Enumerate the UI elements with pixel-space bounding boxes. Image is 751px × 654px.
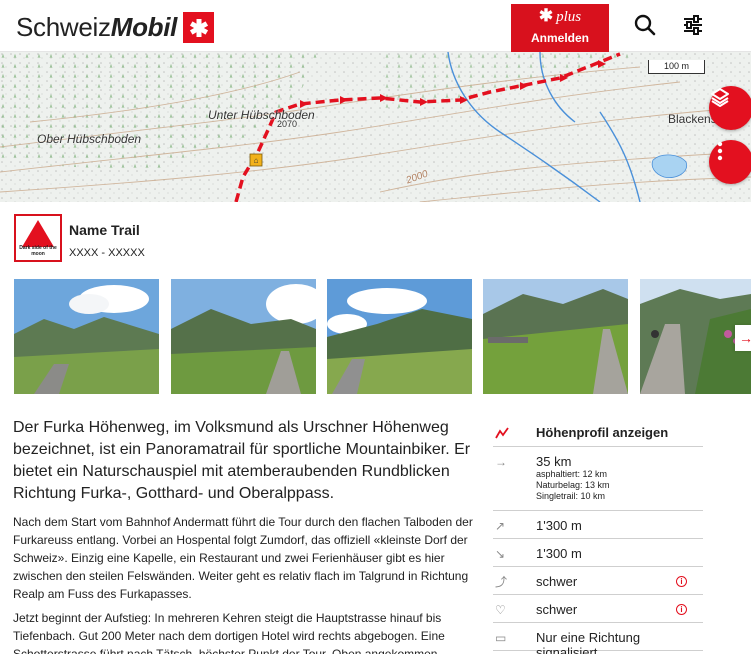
technique-row: ⤴ schwer i xyxy=(493,567,703,595)
gallery-next-arrow-icon[interactable]: → xyxy=(735,325,751,351)
trail-lead-text: Der Furka Höhenweg, im Volksmund als Urs… xyxy=(13,419,471,502)
trail-logo-caption: Dark side of the moon xyxy=(19,245,57,257)
trail-logo: Dark side of the moon xyxy=(14,214,62,262)
heart-icon: ♡ xyxy=(495,603,506,617)
map-view[interactable]: ⌂ Unter Hübschboden Ober Hübschboden Bla… xyxy=(0,52,751,202)
signpost-icon: ▭ xyxy=(495,631,507,645)
technique-info-icon[interactable]: i xyxy=(676,576,687,587)
elevation-profile-row[interactable]: Höhenprofil anzeigen xyxy=(493,418,703,447)
trail-subtitle: XXXX - XXXXX xyxy=(69,247,145,259)
fitness-row: ♡ schwer i xyxy=(493,595,703,623)
login-label: Anmelden xyxy=(530,31,589,45)
trail-paragraph-1: Nach dem Start vom Bahnhof Andermatt füh… xyxy=(13,515,473,601)
map-more-button[interactable] xyxy=(709,140,751,184)
distance-value: 35 km xyxy=(536,454,572,469)
map-label-unter-huebschboden: Unter Hübschboden xyxy=(208,108,315,122)
signage-row: ▭ Nur eine Richtung signalisiert xyxy=(493,623,703,654)
swiss-flag-icon xyxy=(183,12,215,43)
svg-text:⌂: ⌂ xyxy=(254,156,259,165)
ascent-arrow-icon: ↗ xyxy=(495,519,506,533)
fitness-info-icon[interactable]: i xyxy=(676,604,687,615)
trail-stats-panel: Höhenprofil anzeigen → 35 km asphaltiert… xyxy=(493,418,703,654)
ascent-row: ↗ 1'300 m xyxy=(493,511,703,539)
trail-paragraph-2: Jetzt beginnt der Aufstieg: In mehreren … xyxy=(13,611,445,654)
map-label-ober-huebschboden: Ober Hübschboden xyxy=(37,132,142,146)
technique-icon: ⤴ xyxy=(495,575,508,589)
star-icon: ✱ xyxy=(538,6,554,25)
trail-photo-2[interactable] xyxy=(171,279,316,394)
more-vertical-icon xyxy=(717,141,723,161)
map-label-elevation-2070: 2070 xyxy=(277,119,298,129)
schweizmobil-logo[interactable]: Schweiz Mobil xyxy=(16,12,215,43)
descent-arrow-icon: ↘ xyxy=(495,547,506,561)
distance-arrow-icon: → xyxy=(495,455,507,469)
settings-sliders-icon[interactable] xyxy=(680,12,706,38)
distance-row: → 35 km asphaltiert: 12 km Naturbelag: 1… xyxy=(493,447,703,511)
signage-value: Nur eine Richtung signalisiert xyxy=(536,630,641,654)
distance-natural: Naturbelag: 13 km xyxy=(536,480,610,490)
distance-block: 35 km asphaltiert: 12 km Naturbelag: 13 … xyxy=(536,447,703,502)
descent-value: 1'300 m xyxy=(536,546,582,561)
elevation-profile-label: Höhenprofil anzeigen xyxy=(536,425,669,440)
plus-label: plus xyxy=(556,9,582,25)
trail-name: Name Trail xyxy=(69,222,140,238)
search-icon[interactable] xyxy=(632,12,658,38)
trail-photo-1[interactable] xyxy=(14,279,159,394)
map-scale-bar: 100 m xyxy=(648,60,705,74)
descent-row: ↘ 1'300 m xyxy=(493,539,703,567)
ascent-value: 1'300 m xyxy=(536,518,582,533)
logo-word-mobil: Mobil xyxy=(110,12,178,42)
logo-word-schweiz: Schweiz xyxy=(16,12,111,42)
distance-singletrail: Singletrail: 10 km xyxy=(536,491,606,501)
plus-badge: ✱ plus xyxy=(511,6,609,26)
login-button[interactable]: ✱ plus Anmelden xyxy=(511,4,609,52)
elevation-profile-icon xyxy=(495,426,509,440)
trail-photo-4[interactable] xyxy=(483,279,628,394)
layers-icon xyxy=(711,88,729,107)
map-layers-button[interactable] xyxy=(709,86,751,130)
distance-paved: asphaltiert: 12 km xyxy=(536,469,608,479)
header: Schweiz Mobil ✱ plus Anmelden xyxy=(0,0,751,52)
trail-photo-3[interactable] xyxy=(327,279,472,394)
